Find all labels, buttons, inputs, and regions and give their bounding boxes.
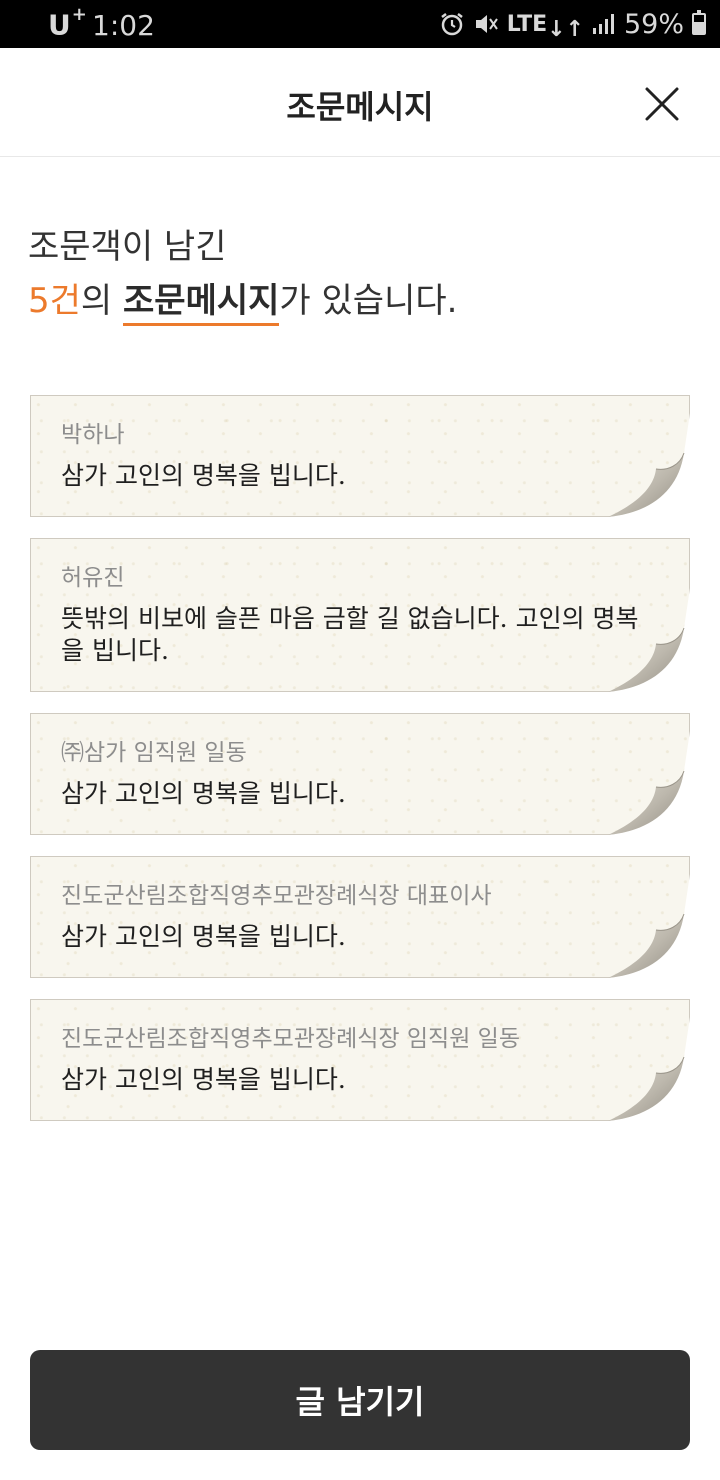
intro-text: 조문객이 남긴 5건의 조문메시지가 있습니다. [28, 220, 457, 328]
highlight-label: 조문메시지 [123, 281, 280, 326]
message-text: 뜻밖의 비보에 슬픈 마음 금할 길 없습니다. 고인의 명복을 빕니다. [61, 604, 639, 665]
message-text: 삼가 고인의 명복을 빕니다. [61, 779, 346, 808]
header: 조문메시지 [0, 48, 720, 157]
message-count: 5건 [28, 281, 81, 321]
intro-line2: 5건의 조문메시지가 있습니다. [28, 274, 457, 328]
message-card: 박하나 삼가 고인의 명복을 빕니다. [30, 395, 690, 517]
message-author: 진도군산림조합직영추모관장례식장 임직원 일동 [61, 1026, 520, 1052]
status-bar: U+ 1:02 LTE ↓↑ 59% [0, 0, 720, 48]
message-text: 삼가 고인의 명복을 빕니다. [61, 461, 346, 490]
message-author: 박하나 [61, 422, 125, 448]
close-icon [645, 87, 679, 121]
carrier-label: U+ [48, 4, 88, 42]
battery-percent: 59% [623, 8, 684, 40]
lte-icon: LTE ↓↑ [506, 11, 584, 42]
close-button[interactable] [642, 84, 682, 124]
message-card: 진도군산림조합직영추모관장례식장 임직원 일동 삼가 고인의 명복을 빕니다. [30, 999, 690, 1121]
signal-icon [592, 13, 616, 35]
write-message-button[interactable]: 글 남기기 [30, 1350, 690, 1450]
message-card: 진도군산림조합직영추모관장례식장 대표이사 삼가 고인의 명복을 빕니다. [30, 856, 690, 978]
page-title: 조문메시지 [286, 88, 434, 126]
intro-line1: 조문객이 남긴 [28, 227, 227, 267]
message-author: 진도군산림조합직영추모관장례식장 대표이사 [61, 883, 492, 909]
message-text: 삼가 고인의 명복을 빕니다. [61, 922, 346, 951]
battery-icon [692, 10, 706, 35]
mute-icon [473, 11, 499, 37]
message-author: 허유진 [61, 565, 125, 591]
message-author: ㈜삼가 임직원 일동 [61, 740, 247, 766]
message-list: 박하나 삼가 고인의 명복을 빕니다. 허유진 뜻밖의 비보에 슬픈 마음 금할… [30, 395, 690, 1142]
message-text: 삼가 고인의 명복을 빕니다. [61, 1065, 346, 1094]
alarm-icon [439, 11, 465, 37]
status-time: 1:02 [92, 9, 155, 42]
message-card: 허유진 뜻밖의 비보에 슬픈 마음 금할 길 없습니다. 고인의 명복을 빕니다… [30, 538, 690, 692]
message-card: ㈜삼가 임직원 일동 삼가 고인의 명복을 빕니다. [30, 713, 690, 835]
